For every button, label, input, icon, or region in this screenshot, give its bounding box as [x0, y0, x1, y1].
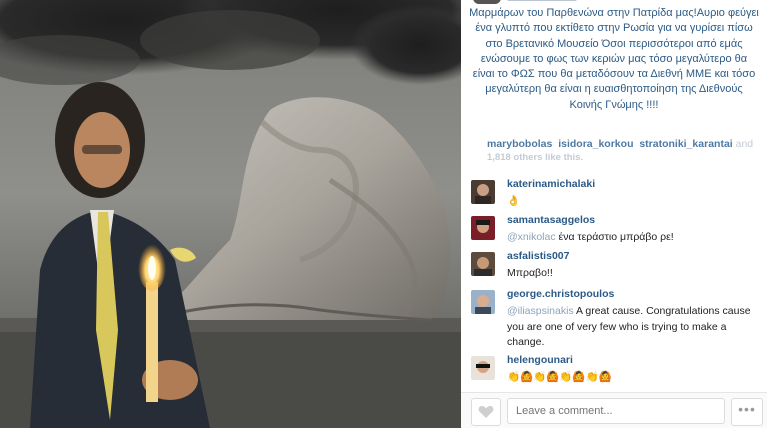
liker-username[interactable]: stratoniki_karantai [639, 138, 732, 150]
comment-mention[interactable]: @iliaspsinakis [507, 305, 574, 317]
more-options-icon: ••• [738, 401, 756, 417]
comment-mention[interactable]: @xnikolac [507, 231, 556, 243]
parthenon-marbles-photo [0, 0, 461, 428]
comment-composer: ••• [461, 393, 767, 428]
author-username[interactable] [507, 0, 577, 1]
comment-username[interactable]: george.christopoulos [507, 288, 614, 300]
heart-icon [478, 405, 494, 418]
comment-username[interactable]: asfalistis007 [507, 250, 569, 262]
comment-body: 👏🙆👏🙆👏🙆👏🙆 [507, 371, 612, 383]
avatar-image [471, 180, 495, 204]
comment-body: 👌 [507, 195, 521, 207]
more-options-button[interactable]: ••• [731, 398, 763, 426]
avatar-image [471, 356, 495, 380]
post-details-panel: Μαρμάρων του Παρθενώνα στην Πατρίδα μας!… [461, 0, 767, 428]
avatar-image [471, 290, 495, 314]
comment-username[interactable]: samantasaggelos [507, 214, 595, 226]
likes-and-word: and [735, 138, 754, 150]
avatar[interactable] [471, 252, 495, 276]
avatar[interactable] [471, 290, 495, 314]
post-caption: Μαρμάρων του Παρθενώνα στην Πατρίδα μας!… [469, 0, 759, 113]
comment-text: @iliaspsinakis A great cause. Congratula… [507, 304, 759, 351]
likes-summary: marybobolas isidora_korkou stratoniki_ka… [487, 137, 753, 165]
comment-text: Μπραβο!! [507, 266, 759, 282]
author-avatar[interactable] [473, 0, 501, 4]
comment-username[interactable]: helengounari [507, 354, 573, 366]
caption-text: Μαρμάρων του Παρθενώνα στην Πατρίδα μας!… [469, 7, 759, 111]
comment-text: @xnikolac ένα τεράστιο μπράβο ρε! [507, 230, 759, 246]
avatar[interactable] [471, 356, 495, 380]
like-button[interactable] [471, 398, 501, 426]
avatar[interactable] [471, 180, 495, 204]
avatar-image [471, 252, 495, 276]
liker-username[interactable]: isidora_korkou [558, 138, 633, 150]
comment-username[interactable]: katerinamichalaki [507, 178, 595, 190]
liker-username[interactable]: marybobolas [487, 138, 552, 150]
comment-input[interactable] [507, 398, 725, 424]
comment-text: 👏🙆👏🙆👏🙆👏🙆 [507, 370, 759, 386]
avatar[interactable] [471, 216, 495, 240]
comment-body: ένα τεράστιο μπράβο ρε! [558, 231, 674, 243]
likes-others-count[interactable]: 1,818 others like this. [487, 151, 753, 165]
post-photo [0, 0, 461, 428]
avatar-image [471, 216, 495, 240]
comment-text: 👌 [507, 194, 759, 210]
comment-body: Μπραβο!! [507, 267, 553, 279]
